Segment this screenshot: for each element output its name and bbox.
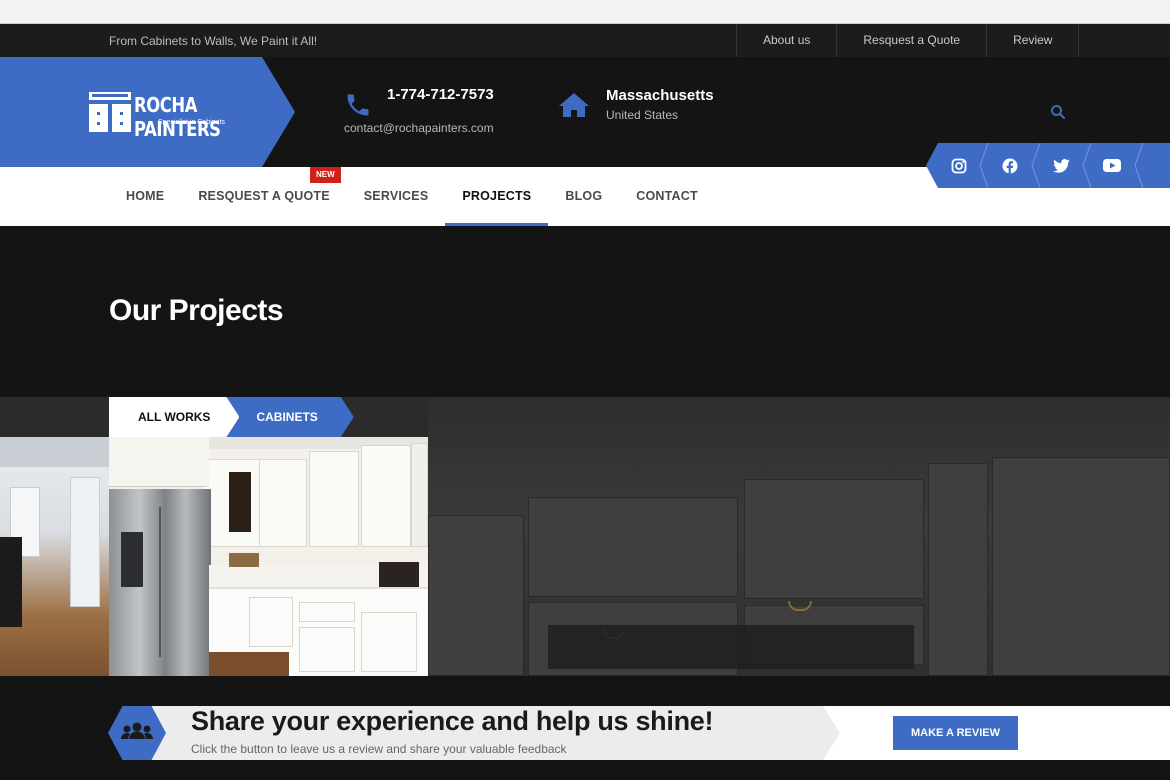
nav-services[interactable]: SERVICES — [347, 167, 446, 226]
make-review-button[interactable]: MAKE A REVIEW — [893, 716, 1018, 750]
project-filter: ALL WORKS CABINETS — [109, 397, 354, 437]
location-state: Massachusetts — [606, 87, 714, 104]
social-links — [926, 143, 1170, 188]
twitter-icon[interactable] — [1036, 143, 1086, 188]
cta-title: Share your experience and help us shine! — [191, 706, 714, 736]
nav-blog[interactable]: BLOG — [548, 167, 619, 226]
top-bar: From Cabinets to Walls, We Paint it All!… — [0, 24, 1170, 57]
top-links: About us Resquest a Quote Review — [736, 24, 1080, 57]
new-badge: NEW — [310, 167, 341, 183]
projects-section: ALL WORKS CABINETS — [0, 397, 1170, 676]
search-icon[interactable] — [1050, 104, 1066, 120]
divider-chevron — [1134, 143, 1144, 188]
top-link-review[interactable]: Review — [986, 24, 1080, 57]
project-photo-dining[interactable] — [0, 437, 109, 676]
instagram-icon[interactable] — [934, 143, 984, 188]
nav-projects[interactable]: PROJECTS — [445, 167, 549, 226]
logo[interactable]: ROCHA PAINTERS Specialist in Cabinets — [0, 57, 295, 167]
facebook-icon[interactable] — [985, 143, 1035, 188]
nav-contact[interactable]: CONTACT — [619, 167, 715, 226]
location-country: United States — [606, 108, 679, 122]
page-header: Our Projects — [0, 226, 1170, 397]
email-link[interactable]: contact@rochapainters.com — [344, 121, 494, 135]
logo-tagline: Specialist in Cabinets — [158, 119, 225, 126]
home-icon — [559, 93, 589, 117]
cta-subtitle: Click the button to leave us a review an… — [191, 742, 567, 756]
browser-chrome — [0, 0, 1170, 24]
filter-cabinets[interactable]: CABINETS — [226, 397, 353, 437]
youtube-icon[interactable] — [1087, 143, 1137, 188]
top-link-about[interactable]: About us — [736, 24, 836, 57]
phone-icon — [347, 94, 369, 116]
tagline: From Cabinets to Walls, We Paint it All! — [109, 34, 318, 48]
nav-home[interactable]: HOME — [109, 167, 181, 226]
project-photo-kitchen[interactable] — [109, 437, 428, 676]
logo-text: ROCHA PAINTERS — [134, 93, 221, 141]
cabinet-background-photo — [428, 397, 1170, 676]
cabinet-logo-icon — [89, 92, 131, 132]
filter-all-works[interactable]: ALL WORKS — [109, 397, 240, 437]
main-nav: HOME RESQUEST A QUOTE SERVICES PROJECTS … — [109, 167, 715, 226]
phone-number[interactable]: 1-774-712-7573 — [387, 86, 494, 103]
page-title: Our Projects — [109, 294, 284, 327]
top-link-quote[interactable]: Resquest a Quote — [836, 24, 986, 57]
